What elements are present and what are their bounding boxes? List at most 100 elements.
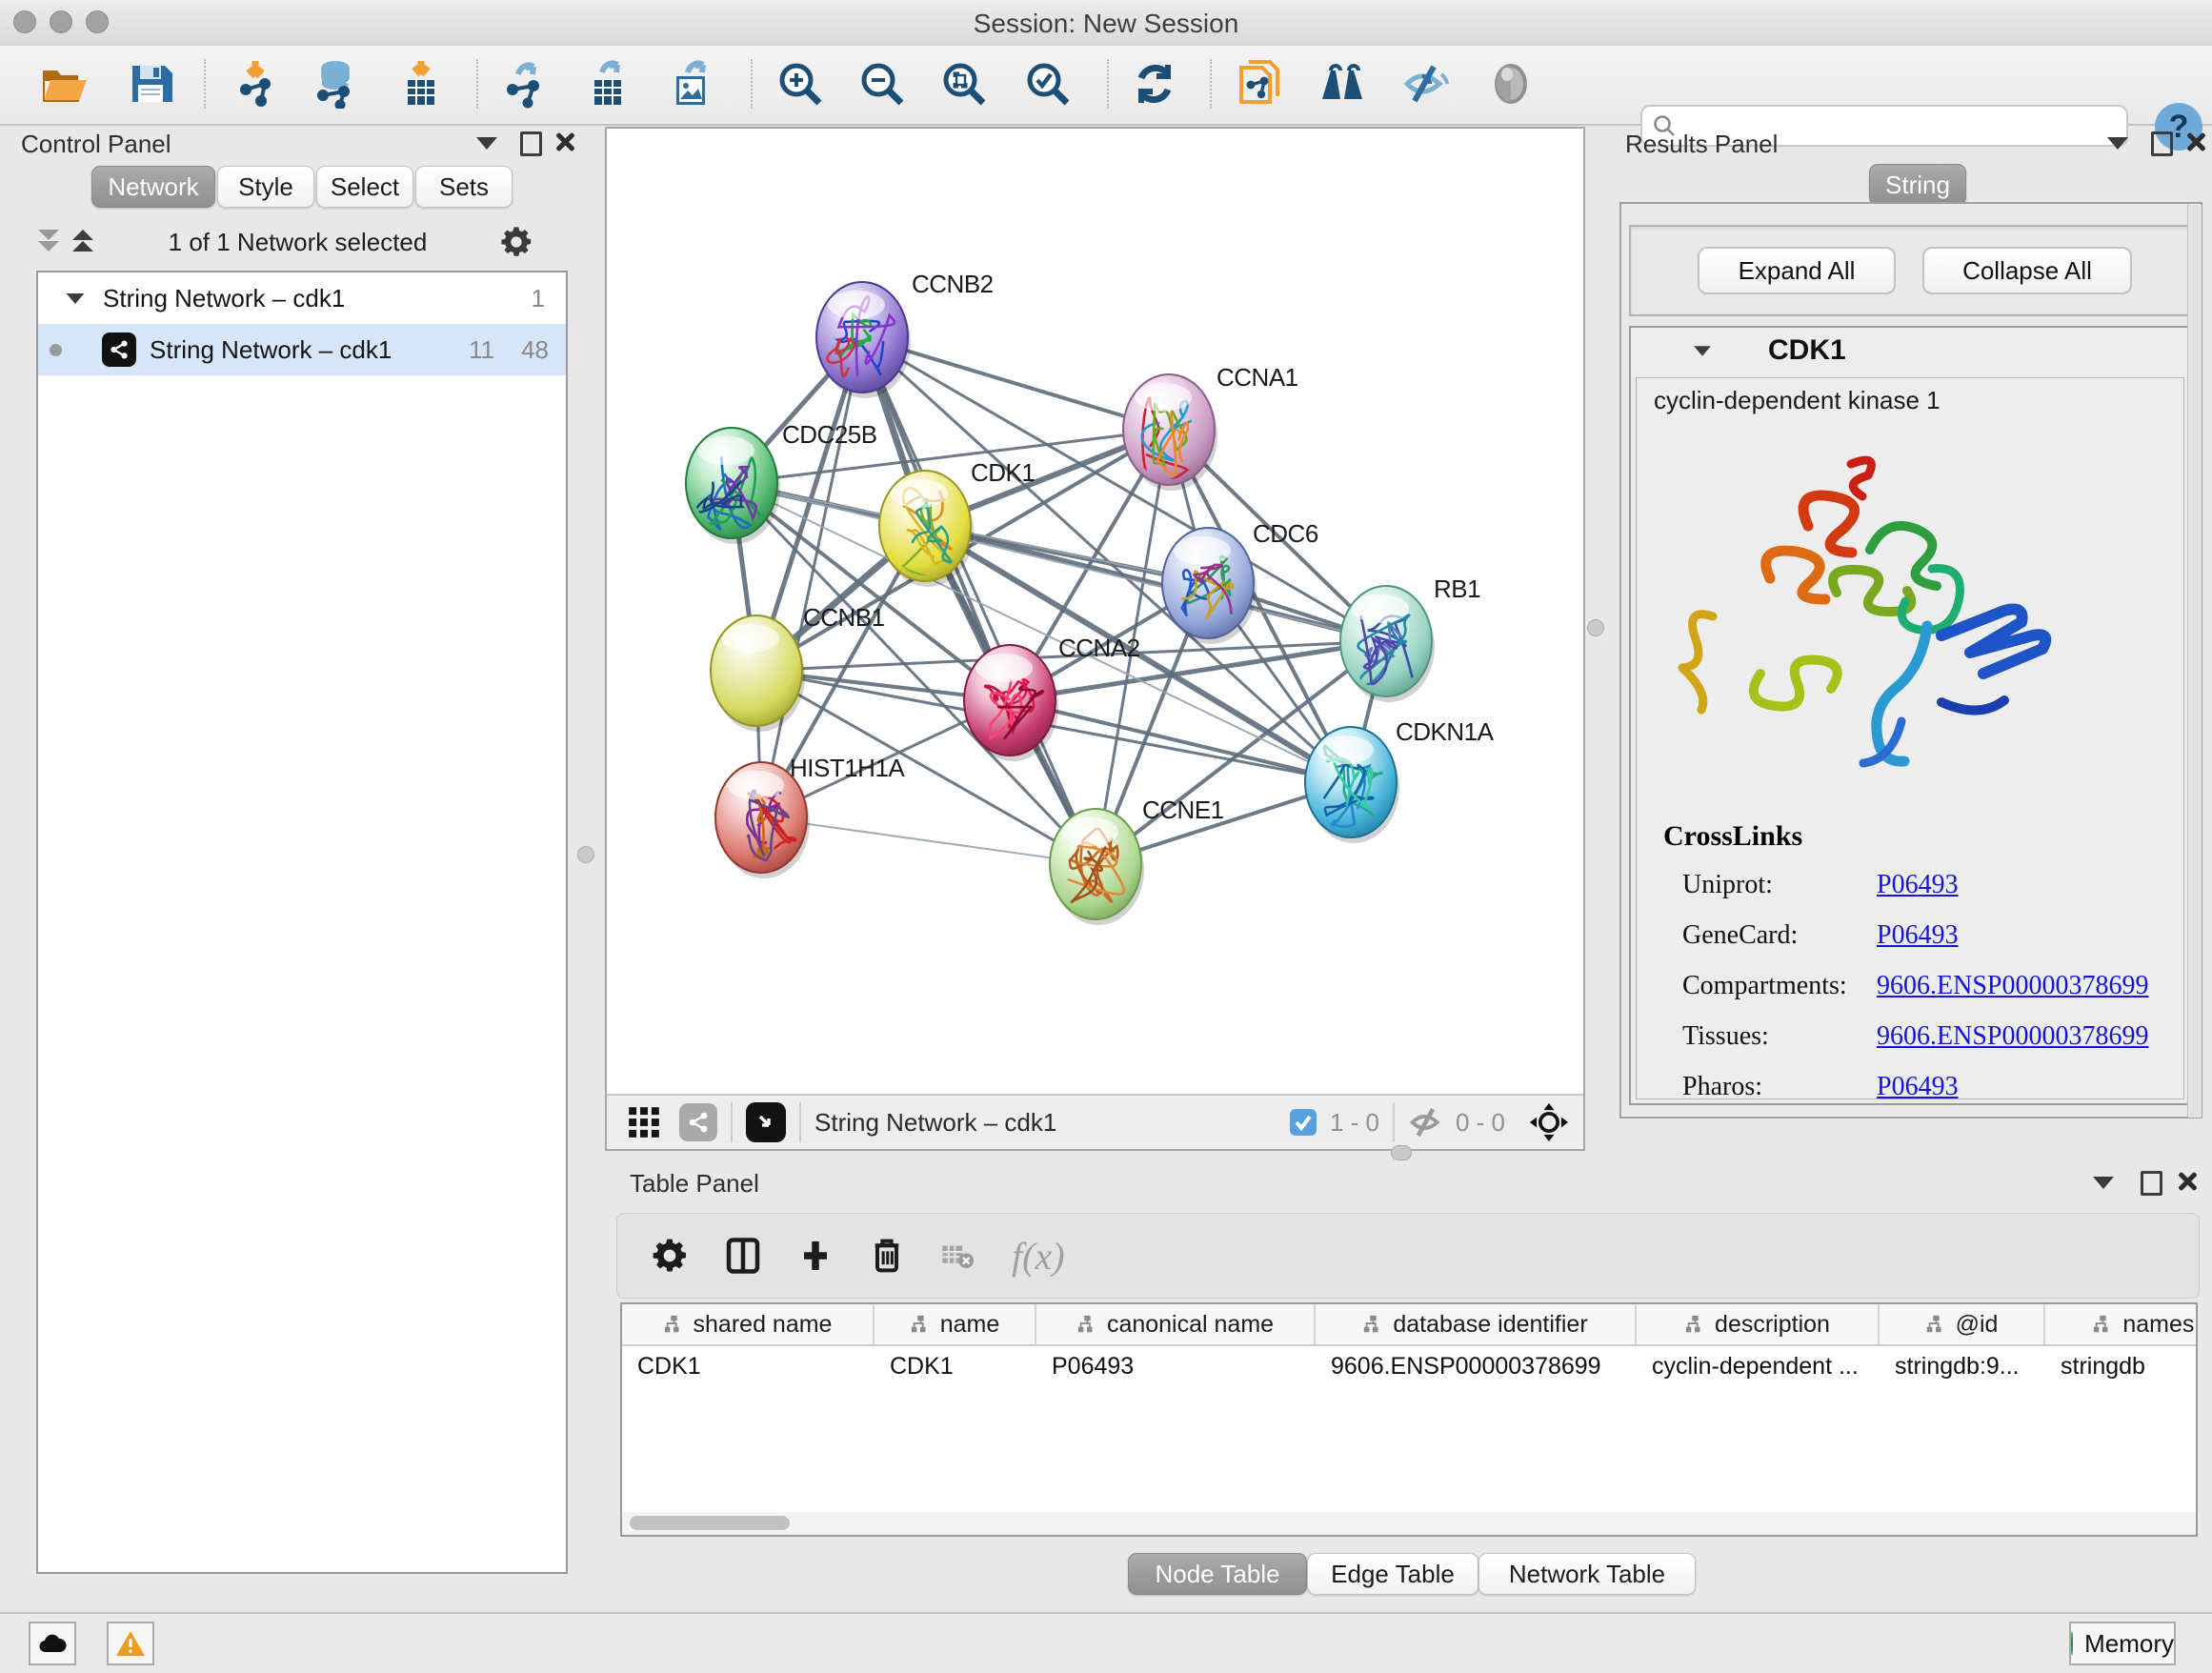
network-options-gear-icon[interactable] — [500, 226, 533, 258]
network-view-toolbar: String Network – cdk1 1 - 0 0 - 0 — [607, 1094, 1583, 1149]
hidden-items-eye-slash-icon[interactable] — [1408, 1106, 1446, 1139]
separator — [731, 1102, 733, 1142]
crosslink-link[interactable]: P06493 — [1877, 920, 1959, 951]
gene-section-header[interactable]: CDK1 — [1631, 328, 2187, 373]
clone-network-button[interactable] — [1234, 55, 1285, 112]
tab-node-table[interactable]: Node Table — [1128, 1553, 1307, 1595]
cloud-button[interactable] — [29, 1622, 76, 1665]
cell-@id[interactable]: stringdb:9... — [1880, 1346, 2045, 1386]
network-node-CCNE1[interactable] — [1050, 809, 1144, 925]
column-header-database-identifier[interactable]: database identifier — [1316, 1304, 1637, 1344]
column-header-canonical-name[interactable]: canonical name — [1036, 1304, 1316, 1344]
collapse-all-button[interactable]: Collapse All — [1922, 247, 2132, 294]
binoculars-button[interactable] — [1317, 55, 1369, 112]
tab-network-table[interactable]: Network Table — [1478, 1553, 1696, 1595]
cell-namespace[interactable]: stringdb — [2045, 1346, 2198, 1386]
cell-shared-name[interactable]: CDK1 — [622, 1346, 875, 1386]
tab-string[interactable]: String — [1869, 164, 1966, 206]
table-options-gear-icon[interactable] — [652, 1238, 688, 1274]
tab-style[interactable]: Style — [217, 166, 314, 208]
column-header-description[interactable]: description — [1637, 1304, 1880, 1344]
table-row[interactable]: CDK1CDK1P064939606.ENSP00000378699cyclin… — [622, 1346, 2196, 1386]
navigate-crosshair-icon[interactable] — [1528, 1101, 1570, 1143]
column-header-@id[interactable]: @id — [1880, 1304, 2045, 1344]
memory-button[interactable]: Memory — [2069, 1622, 2176, 1665]
tab-sets[interactable]: Sets — [415, 166, 513, 208]
right-splitter-handle[interactable] — [1587, 619, 1604, 636]
column-type-icon — [1076, 1314, 1097, 1335]
left-splitter-handle[interactable] — [577, 846, 594, 863]
export-table-button[interactable] — [582, 55, 633, 112]
network-node-CDK1[interactable] — [879, 471, 974, 587]
column-header-namespace[interactable]: namespace — [2045, 1304, 2198, 1344]
network-node-CDKN1A[interactable] — [1305, 727, 1399, 843]
collection-expander-icon[interactable] — [67, 292, 85, 303]
grid-view-icon[interactable] — [626, 1104, 662, 1140]
tab-network[interactable]: Network — [91, 166, 215, 208]
network-node-CCNB1[interactable] — [711, 615, 805, 732]
gene-expander-icon[interactable] — [1694, 346, 1711, 355]
crosslink-link[interactable]: 9606.ENSP00000378699 — [1877, 971, 2148, 1001]
column-header-name[interactable]: name — [875, 1304, 1036, 1344]
crosslink-link[interactable]: P06493 — [1877, 1072, 1959, 1102]
network-node-CDC25B[interactable] — [686, 428, 780, 544]
close-panel-icon[interactable] — [2185, 131, 2206, 152]
crosslink-link[interactable]: P06493 — [1877, 870, 1959, 900]
selected-nodes-checkbox-icon[interactable] — [1288, 1107, 1318, 1138]
refresh-button[interactable] — [1129, 55, 1180, 112]
network-edge-CCNB2-HIST1H1A[interactable] — [761, 337, 862, 817]
zoom-in-button[interactable] — [774, 55, 826, 112]
cell-canonical-name[interactable]: P06493 — [1036, 1346, 1316, 1386]
network-collection-row[interactable]: String Network – cdk1 1 — [38, 272, 566, 324]
table-horizontal-scrollbar[interactable] — [622, 1512, 2196, 1535]
collapse-all-tree-icon[interactable] — [36, 228, 61, 256]
network-edge-CCNB2-CCNE1[interactable] — [862, 337, 1096, 864]
network-row-selected[interactable]: String Network – cdk1 11 48 — [38, 324, 566, 375]
scrollbar-thumb[interactable] — [630, 1516, 790, 1530]
save-session-button[interactable] — [125, 55, 176, 112]
network-node-RB1[interactable] — [1340, 586, 1435, 702]
close-panel-icon[interactable] — [2177, 1171, 2198, 1192]
column-header-shared-name[interactable]: shared name — [622, 1304, 875, 1344]
panel-menu-icon[interactable] — [2107, 137, 2128, 150]
network-node-CDC6[interactable] — [1162, 528, 1257, 644]
network-edge-CCNE1-HIST1H1A[interactable] — [761, 817, 1096, 864]
hide-selected-button[interactable] — [1400, 55, 1452, 112]
expand-all-button[interactable]: Expand All — [1698, 247, 1896, 294]
network-node-CCNA1[interactable] — [1123, 374, 1217, 491]
panel-menu-icon[interactable] — [476, 137, 497, 150]
results-vertical-scrollbar[interactable] — [2187, 205, 2202, 1118]
cell-name[interactable]: CDK1 — [875, 1346, 1036, 1386]
network-node-CCNA2[interactable] — [964, 645, 1058, 761]
import-network-file-button[interactable] — [230, 55, 281, 112]
export-network-button[interactable] — [498, 55, 550, 112]
add-column-icon[interactable] — [798, 1239, 833, 1273]
tab-select[interactable]: Select — [316, 166, 413, 208]
zoom-selected-button[interactable] — [1022, 55, 1074, 112]
network-node-CCNB2[interactable] — [816, 282, 911, 398]
warnings-button[interactable] — [107, 1622, 154, 1665]
tab-edge-table[interactable]: Edge Table — [1307, 1553, 1478, 1595]
birds-eye-view-icon[interactable] — [746, 1102, 786, 1142]
zoom-out-button[interactable] — [856, 55, 908, 112]
zoom-fit-button[interactable] — [938, 55, 990, 112]
panel-menu-icon[interactable] — [2093, 1177, 2114, 1189]
float-panel-icon[interactable] — [520, 131, 542, 156]
open-session-button[interactable] — [39, 55, 90, 112]
column-type-icon — [2092, 1314, 2113, 1335]
expand-all-tree-icon[interactable] — [70, 228, 95, 256]
import-table-button[interactable] — [395, 55, 447, 112]
string-tools-icon[interactable] — [679, 1103, 717, 1141]
float-panel-icon[interactable] — [2151, 131, 2173, 156]
float-panel-icon[interactable] — [2141, 1171, 2162, 1196]
export-image-button[interactable] — [666, 55, 717, 112]
cell-description[interactable]: cyclin-dependent ... — [1637, 1346, 1880, 1386]
network-canvas[interactable]: CCNB2CCNA1CDC25BCDK1CDC6RB1CCNB1CCNA2CDK… — [607, 129, 1583, 1094]
show-graphics-details-button[interactable] — [1485, 55, 1537, 112]
close-panel-icon[interactable] — [554, 131, 575, 152]
crosslink-link[interactable]: 9606.ENSP00000378699 — [1877, 1021, 2148, 1052]
delete-column-icon[interactable] — [871, 1237, 903, 1275]
import-network-database-button[interactable] — [310, 55, 361, 112]
cell-database-identifier[interactable]: 9606.ENSP00000378699 — [1316, 1346, 1637, 1386]
show-columns-icon[interactable] — [726, 1237, 760, 1275]
